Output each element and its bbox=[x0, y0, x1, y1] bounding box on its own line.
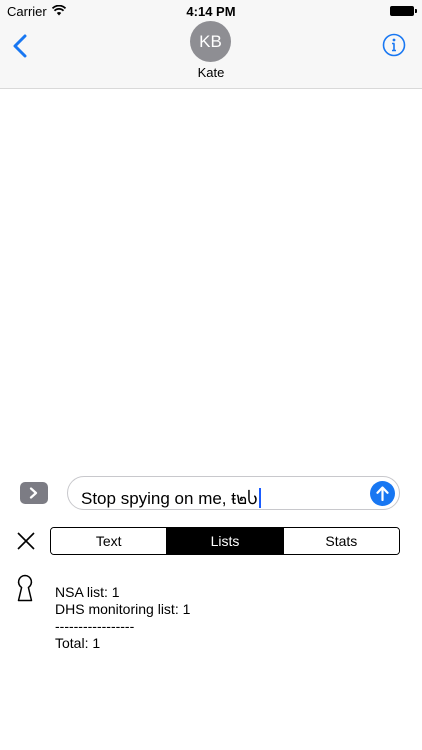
status-time: 4:14 PM bbox=[186, 4, 236, 19]
send-button[interactable] bbox=[370, 481, 395, 506]
status-bar: Carrier 4:14 PM bbox=[0, 0, 422, 22]
divider-line: ----------------- bbox=[55, 618, 135, 634]
message-input[interactable]: Stop spying on me, ŧ๒Ⴑ bbox=[67, 476, 400, 510]
nsa-list-line: NSA list: 1 bbox=[55, 584, 120, 600]
text-caret bbox=[258, 488, 261, 508]
message-input-value: Stop spying on me, ŧ๒Ⴑ bbox=[81, 489, 258, 508]
total-line: Total: 1 bbox=[55, 635, 101, 651]
back-chevron-icon[interactable] bbox=[10, 34, 30, 58]
tab-text[interactable]: Text bbox=[51, 528, 167, 554]
navigation-bar: Carrier 4:14 PM KB Kate bbox=[0, 0, 422, 89]
close-icon[interactable] bbox=[17, 532, 35, 550]
segmented-control: Text Lists Stats bbox=[50, 527, 400, 555]
message-area[interactable] bbox=[0, 89, 422, 459]
battery-icon bbox=[390, 6, 417, 16]
avatar-initials: KB bbox=[199, 31, 222, 51]
keyhole-icon bbox=[17, 574, 33, 602]
message-input-text[interactable]: Stop spying on me, ŧ๒Ⴑ bbox=[81, 485, 261, 512]
contact-name[interactable]: Kate bbox=[0, 65, 422, 80]
info-icon[interactable] bbox=[382, 33, 406, 57]
expand-chevron-icon bbox=[29, 487, 38, 499]
avatar[interactable]: KB bbox=[190, 21, 231, 62]
tab-stats[interactable]: Stats bbox=[282, 528, 399, 554]
send-arrow-icon bbox=[376, 486, 389, 501]
expand-button[interactable] bbox=[20, 482, 48, 504]
dhs-list-line: DHS monitoring list: 1 bbox=[55, 601, 191, 617]
lists-panel: NSA list: 1 DHS monitoring list: 1 -----… bbox=[55, 584, 190, 652]
tab-lists[interactable]: Lists bbox=[166, 528, 283, 554]
